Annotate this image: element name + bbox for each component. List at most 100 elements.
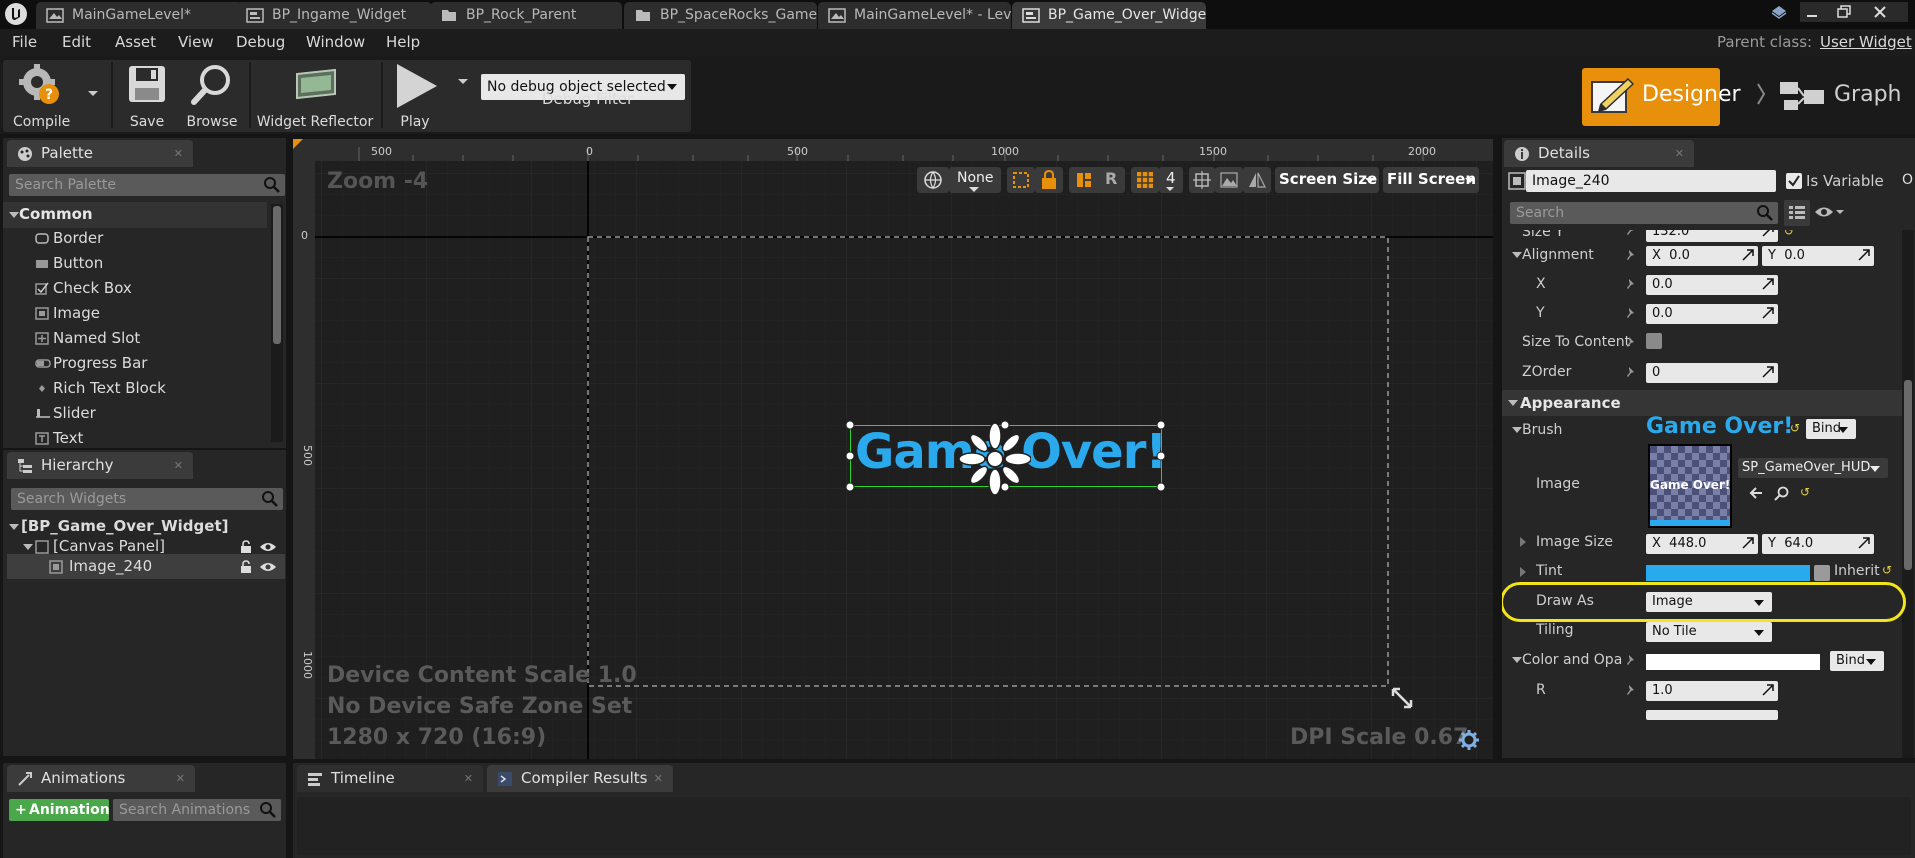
use-selected-arrow-icon[interactable] [1748, 486, 1764, 500]
compile-options-chevron-icon[interactable] [87, 90, 99, 98]
pin-icon[interactable] [1626, 366, 1636, 378]
expand-arrow-icon[interactable] [1512, 657, 1522, 663]
zorder-field[interactable]: 0 [1646, 363, 1778, 383]
hierarchy-search-input[interactable]: Search Widgets [11, 488, 283, 510]
screen-size-dropdown[interactable]: Screen Size [1275, 167, 1379, 193]
minimize-icon[interactable] [1804, 4, 1820, 20]
image-size-y-field[interactable]: Y 64.0 [1762, 534, 1874, 554]
menu-file[interactable]: File [12, 33, 37, 51]
tab-main-game-level-level[interactable]: MainGameLevel* - Level [818, 2, 1011, 29]
layout-icon[interactable] [1075, 171, 1093, 189]
collapse-arrow-icon[interactable] [1520, 567, 1526, 577]
close-icon[interactable]: ✕ [654, 765, 663, 792]
lock-icon[interactable] [239, 560, 253, 574]
menu-asset[interactable]: Asset [115, 33, 156, 51]
close-icon[interactable]: ✕ [174, 452, 183, 479]
color-opacity-swatch[interactable] [1646, 654, 1820, 670]
y-field[interactable]: 0.0 [1646, 304, 1778, 324]
tab-bp-game-over-widget[interactable]: BP_Game_Over_Widget* [1012, 2, 1206, 29]
grid-size-dropdown[interactable]: 4 [1159, 167, 1183, 193]
tab-bp-ingame-widget[interactable]: BP_Ingame_Widget [236, 2, 432, 29]
g-channel-field[interactable] [1646, 710, 1778, 720]
palette-item-named-slot[interactable]: Named Slot [3, 326, 267, 351]
palette-item-button[interactable]: Button [3, 251, 267, 276]
close-icon[interactable]: ✕ [464, 765, 473, 792]
palette-item-slider[interactable]: Slider [3, 401, 267, 426]
reset-to-default-icon[interactable]: ↺ [1882, 563, 1892, 577]
palette-scrollbar[interactable] [271, 204, 283, 442]
animations-search-input[interactable]: Search Animations [113, 799, 281, 821]
widget-name-field[interactable]: Image_240 [1526, 170, 1776, 192]
expand-arrow-icon[interactable] [1512, 252, 1522, 258]
visibility-eye-icon[interactable] [1814, 204, 1844, 220]
menu-view[interactable]: View [178, 33, 214, 51]
parent-class-link[interactable]: User Widget [1820, 33, 1912, 51]
size-to-content-checkbox[interactable] [1646, 333, 1662, 349]
resize-arrow-icon[interactable] [1391, 687, 1413, 709]
palette-item-progress-bar[interactable]: Progress Bar [3, 351, 267, 376]
property-matrix-button[interactable] [1784, 200, 1810, 226]
r-toggle[interactable]: R [1105, 169, 1117, 188]
grid-snap-toggle[interactable] [1131, 167, 1159, 193]
reset-to-default-icon[interactable]: ↺ [1790, 421, 1800, 435]
add-animation-button[interactable]: + Animation [9, 799, 110, 821]
close-icon[interactable]: ✕ [1675, 140, 1684, 167]
anchor-flower-icon[interactable] [959, 423, 1031, 495]
details-search-input[interactable]: Search [1510, 202, 1778, 224]
image-size-x-field[interactable]: X 448.0 [1646, 534, 1758, 554]
menu-help[interactable]: Help [386, 33, 420, 51]
brush-bind-dropdown[interactable]: Bind [1806, 419, 1856, 439]
is-variable-checkbox[interactable] [1786, 173, 1802, 189]
pin-icon[interactable] [1626, 336, 1636, 348]
tiling-dropdown[interactable]: No Tile [1646, 622, 1772, 642]
background-toggle[interactable] [1215, 167, 1243, 193]
tab-timeline[interactable]: Timeline ✕ [297, 765, 483, 792]
menu-edit[interactable]: Edit [62, 33, 91, 51]
pin-icon[interactable] [1626, 654, 1636, 666]
zoom-to-fit-button[interactable] [1189, 167, 1215, 193]
graph-mode-button[interactable]: Graph [1776, 68, 1908, 126]
designer-viewport[interactable]: 500 0 500 1000 1500 2000 0 500 1000 Zoom… [293, 139, 1493, 759]
color-bind-dropdown[interactable]: Bind [1830, 651, 1884, 671]
lock-icon[interactable] [239, 540, 253, 554]
reset-to-default-icon[interactable]: ↺ [1784, 230, 1794, 238]
eye-icon[interactable] [259, 541, 277, 553]
widget-reflector-button[interactable]: Widget Reflector [253, 64, 377, 130]
play-button[interactable]: Play [385, 64, 445, 130]
flip-toggle[interactable] [1243, 167, 1271, 193]
close-icon[interactable]: ✕ [176, 765, 185, 792]
tint-inherit-checkbox[interactable] [1814, 565, 1830, 581]
browse-search-icon[interactable] [1774, 486, 1790, 502]
collapse-arrow-icon[interactable] [1520, 537, 1526, 547]
tab-details[interactable]: Details ✕ [1504, 140, 1694, 167]
marketplace-icon[interactable] [1770, 4, 1788, 22]
expand-arrow-icon[interactable] [1512, 427, 1522, 433]
tab-hierarchy[interactable]: Hierarchy ✕ [7, 452, 193, 479]
save-button[interactable]: Save [117, 64, 177, 130]
scrollbar-thumb[interactable] [273, 206, 281, 344]
tint-color-swatch[interactable] [1646, 565, 1810, 581]
palette-item-rich-text-block[interactable]: Rich Text Block [3, 376, 267, 401]
close-icon[interactable] [1872, 4, 1888, 20]
palette-item-text[interactable]: Text [3, 426, 267, 448]
scrollbar-thumb[interactable] [1904, 380, 1912, 570]
palette-item-image[interactable]: Image [3, 301, 267, 326]
pin-icon[interactable] [1626, 249, 1636, 261]
designer-mode-button[interactable]: Designer [1582, 68, 1741, 126]
hierarchy-image-240[interactable]: Image_240 [7, 554, 285, 579]
alignment-x-field[interactable]: X 0.0 [1646, 246, 1758, 266]
unreal-logo-icon[interactable] [4, 2, 28, 26]
palette-item-check-box[interactable]: Check Box [3, 276, 267, 301]
details-scrollbar[interactable] [1902, 230, 1914, 758]
fill-screen-dropdown[interactable]: Fill Screen [1383, 167, 1479, 193]
restore-icon[interactable] [1836, 4, 1852, 20]
pin-icon[interactable] [1626, 307, 1636, 319]
dpi-settings-gear-icon[interactable] [1459, 730, 1479, 750]
appearance-category[interactable]: Appearance [1502, 390, 1902, 416]
tab-palette[interactable]: Palette ✕ [7, 140, 193, 167]
r-channel-field[interactable]: 1.0 [1646, 681, 1778, 701]
tab-main-game-level[interactable]: MainGameLevel* [36, 2, 242, 29]
tab-bp-rock-parent[interactable]: BP_Rock_Parent [430, 2, 622, 29]
alignment-y-field[interactable]: Y 0.0 [1762, 246, 1874, 266]
image-thumbnail[interactable]: Game Over! [1648, 444, 1732, 528]
